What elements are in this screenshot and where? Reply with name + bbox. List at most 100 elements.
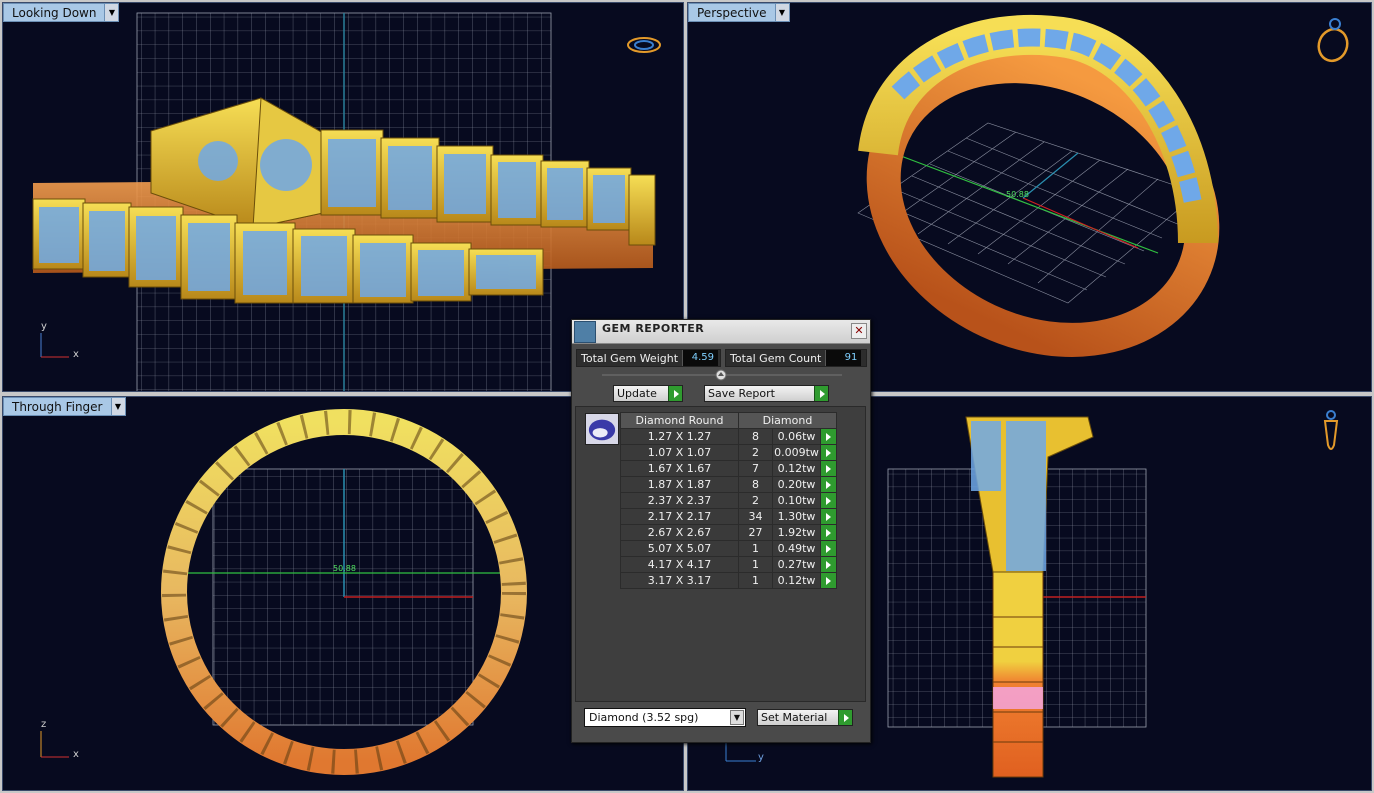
axis-y-label: y — [41, 321, 47, 332]
gem-size-cell: 1.27 X 1.27 — [620, 428, 739, 445]
dialog-title: GEM REPORTER — [602, 322, 705, 335]
axis-z-label: z — [41, 719, 47, 730]
table-row[interactable]: 1.27 X 1.27 8 0.06tw — [620, 428, 837, 445]
play-icon — [838, 710, 852, 725]
gem-size-cell: 1.87 X 1.87 — [620, 476, 739, 493]
gem-weight-cell: 1.30tw — [772, 508, 821, 525]
table-row[interactable]: 5.07 X 5.07 1 0.49tw — [620, 540, 837, 557]
gem-size-cell: 4.17 X 4.17 — [620, 556, 739, 573]
gem-size-cell: 5.07 X 5.07 — [620, 540, 739, 557]
total-gem-weight-value: 4.59 — [682, 350, 719, 366]
gem-weight-cell: 0.06tw — [772, 428, 821, 445]
viewport-tab[interactable]: Looking Down ▼ — [3, 3, 120, 22]
chevron-down-icon[interactable]: ▼ — [730, 710, 744, 725]
gem-weight-cell: 0.10tw — [772, 492, 821, 509]
gem-count-cell: 2 — [738, 492, 773, 509]
play-icon — [826, 465, 831, 473]
material-select[interactable]: Diamond (3.52 spg) ▼ — [584, 708, 746, 727]
gem-weight-cell: 0.20tw — [772, 476, 821, 493]
update-button-label: Update — [617, 387, 657, 400]
gem-list-panel: Diamond Round Diamond 1.27 X 1.27 8 0.06tw… — [575, 406, 866, 702]
measure-label: 50.88 — [1006, 190, 1029, 199]
row-select-button[interactable] — [820, 540, 837, 557]
splitter-handle[interactable] — [602, 369, 842, 381]
row-select-button[interactable] — [820, 572, 837, 589]
play-icon — [826, 529, 831, 537]
row-select-button[interactable] — [820, 556, 837, 573]
axis-y-label: y — [758, 752, 764, 763]
play-icon — [814, 386, 828, 401]
gem-size-cell: 2.17 X 2.17 — [620, 508, 739, 525]
gem-reporter-dialog: GEM REPORTER ✕ Total Gem Weight 4.59 Tot… — [571, 319, 871, 743]
total-gem-count-value: 91 — [825, 350, 862, 366]
chevron-down-icon[interactable]: ▼ — [105, 3, 120, 22]
column-header: Diamond Round — [620, 412, 739, 429]
play-icon — [826, 513, 831, 521]
row-select-button[interactable] — [820, 524, 837, 541]
gem-count-cell: 7 — [738, 460, 773, 477]
dialog-titlebar[interactable]: GEM REPORTER ✕ — [572, 320, 870, 344]
table-row[interactable]: 1.67 X 1.67 7 0.12tw — [620, 460, 837, 477]
chevron-down-icon[interactable]: ▼ — [775, 3, 790, 22]
gem-size-cell: 2.67 X 2.67 — [620, 524, 739, 541]
axis-x-label: x — [73, 749, 79, 760]
viewport-tab[interactable]: Perspective ▼ — [688, 3, 790, 22]
table-row[interactable]: 2.67 X 2.67 27 1.92tw — [620, 524, 837, 541]
row-select-button[interactable] — [820, 444, 837, 461]
table-row[interactable]: 3.17 X 3.17 1 0.12tw — [620, 572, 837, 589]
gem-count-cell: 8 — [738, 428, 773, 445]
ring-perspective-icon[interactable] — [1313, 17, 1353, 65]
table-row[interactable]: 2.17 X 2.17 34 1.30tw — [620, 508, 837, 525]
chevron-down-icon[interactable]: ▼ — [111, 397, 126, 416]
measure-label: 50.88 — [333, 564, 356, 573]
save-report-button-label: Save Report — [708, 387, 775, 400]
gem-weight-cell: 1.92tw — [772, 524, 821, 541]
row-select-button[interactable] — [820, 508, 837, 525]
gem-weight-cell: 0.12tw — [772, 572, 821, 589]
gem-count-cell: 2 — [738, 444, 773, 461]
column-header: Diamond — [738, 412, 837, 429]
row-select-button[interactable] — [820, 428, 837, 445]
total-gem-weight-field: Total Gem Weight 4.59 — [576, 349, 721, 367]
save-report-button[interactable]: Save Report — [704, 385, 829, 402]
gem-weight-cell: 0.27tw — [772, 556, 821, 573]
diamond-round-icon[interactable] — [585, 413, 619, 445]
play-icon — [668, 386, 682, 401]
play-icon — [826, 497, 831, 505]
row-select-button[interactable] — [820, 492, 837, 509]
material-select-value: Diamond (3.52 spg) — [589, 711, 699, 724]
table-row[interactable]: 1.07 X 1.07 2 0.009tw — [620, 444, 837, 461]
total-gem-count-field: Total Gem Count 91 — [725, 349, 867, 367]
table-row[interactable]: 2.37 X 2.37 2 0.10tw — [620, 492, 837, 509]
gem-count-cell: 8 — [738, 476, 773, 493]
viewport-tab[interactable]: Through Finger ▼ — [3, 397, 126, 416]
gem-size-cell: 2.37 X 2.37 — [620, 492, 739, 509]
total-gem-count-label: Total Gem Count — [730, 351, 822, 365]
ring-top-view-icon[interactable] — [623, 33, 665, 59]
gem-reporter-icon — [574, 321, 596, 343]
play-icon — [826, 433, 831, 441]
table-row[interactable]: 4.17 X 4.17 1 0.27tw — [620, 556, 837, 573]
gem-weight-cell: 0.49tw — [772, 540, 821, 557]
set-material-button[interactable]: Set Material — [757, 709, 853, 726]
axis-x-label: x — [73, 349, 79, 360]
play-icon — [826, 561, 831, 569]
gem-table: Diamond Round Diamond 1.27 X 1.27 8 0.06tw… — [620, 412, 837, 589]
viewport-label: Through Finger — [3, 397, 112, 416]
play-icon — [826, 577, 831, 585]
table-row[interactable]: 1.87 X 1.87 8 0.20tw — [620, 476, 837, 493]
update-button[interactable]: Update — [613, 385, 683, 402]
gem-count-cell: 1 — [738, 540, 773, 557]
gem-size-cell: 3.17 X 3.17 — [620, 572, 739, 589]
row-select-button[interactable] — [820, 460, 837, 477]
set-material-button-label: Set Material — [761, 711, 828, 724]
close-button[interactable]: ✕ — [851, 323, 867, 339]
gem-count-cell: 34 — [738, 508, 773, 525]
row-select-button[interactable] — [820, 476, 837, 493]
play-icon — [826, 481, 831, 489]
gem-count-cell: 1 — [738, 556, 773, 573]
gem-weight-cell: 0.009tw — [772, 444, 821, 461]
viewport-label: Perspective — [688, 3, 776, 22]
ring-side-icon[interactable] — [1318, 409, 1344, 459]
play-icon — [826, 545, 831, 553]
